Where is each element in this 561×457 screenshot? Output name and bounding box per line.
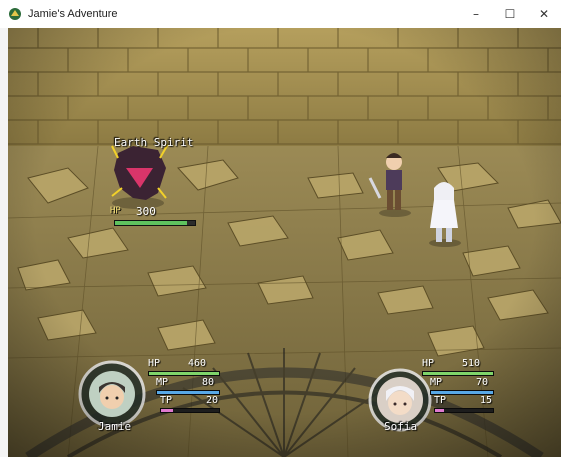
game-app-icon bbox=[9, 8, 21, 20]
sofia-mp-label: MP bbox=[430, 377, 443, 388]
close-icon[interactable]: ✕ bbox=[527, 0, 561, 28]
battle-scene[interactable]: Earth Spirit HP 300 Jamie HP 460 MP 80 T… bbox=[8, 28, 561, 457]
jamie-hp-value: 460 bbox=[187, 358, 206, 369]
sofia-tp-value: 15 bbox=[479, 395, 492, 406]
sofia-hp-bar bbox=[422, 371, 494, 376]
sofia-hp-label: HP bbox=[422, 358, 435, 369]
sofia-mp-fill bbox=[431, 391, 493, 394]
enemy-hp-gauge: HP 300 bbox=[110, 205, 200, 226]
party-name-jamie: Jamie bbox=[98, 420, 132, 433]
jamie-mp-value: 80 bbox=[201, 377, 214, 388]
minimize-icon[interactable]: – bbox=[459, 0, 493, 28]
avatar-jamie[interactable] bbox=[89, 371, 135, 417]
jamie-tp-value: 20 bbox=[205, 395, 218, 406]
jamie-tp-label: TP bbox=[160, 395, 173, 406]
jamie-hp-bar bbox=[148, 371, 220, 376]
avatar-sofia[interactable] bbox=[377, 377, 423, 423]
party-name-sofia: Sofia bbox=[384, 420, 418, 433]
title-bar[interactable]: Jamie's Adventure – ☐ ✕ bbox=[0, 0, 561, 28]
sofia-tp-bar bbox=[434, 408, 494, 413]
enemy-hp-bar bbox=[114, 220, 196, 226]
sofia-hp-fill bbox=[423, 372, 493, 375]
jamie-mp-fill bbox=[157, 391, 219, 394]
sofia-mp-value: 70 bbox=[475, 377, 488, 388]
game-window: Jamie's Adventure – ☐ ✕ Earth Spirit HP … bbox=[0, 0, 561, 457]
sofia-tp-label: TP bbox=[434, 395, 447, 406]
jamie-tp-fill bbox=[161, 409, 173, 412]
jamie-hp-fill bbox=[149, 372, 219, 375]
sofia-tp-fill bbox=[435, 409, 444, 412]
enemy-name: Earth Spirit bbox=[114, 136, 194, 149]
enemy-hp-value: 300 bbox=[136, 205, 156, 218]
maximize-icon[interactable]: ☐ bbox=[493, 0, 527, 28]
jamie-mp-label: MP bbox=[156, 377, 169, 388]
window-controls: – ☐ ✕ bbox=[459, 0, 561, 28]
jamie-hp-label: HP bbox=[148, 358, 161, 369]
window-title: Jamie's Adventure bbox=[28, 8, 118, 20]
sofia-hp-value: 510 bbox=[461, 358, 480, 369]
enemy-hp-label: HP bbox=[110, 206, 121, 216]
enemy-hp-fill bbox=[115, 221, 187, 225]
jamie-tp-bar bbox=[160, 408, 220, 413]
